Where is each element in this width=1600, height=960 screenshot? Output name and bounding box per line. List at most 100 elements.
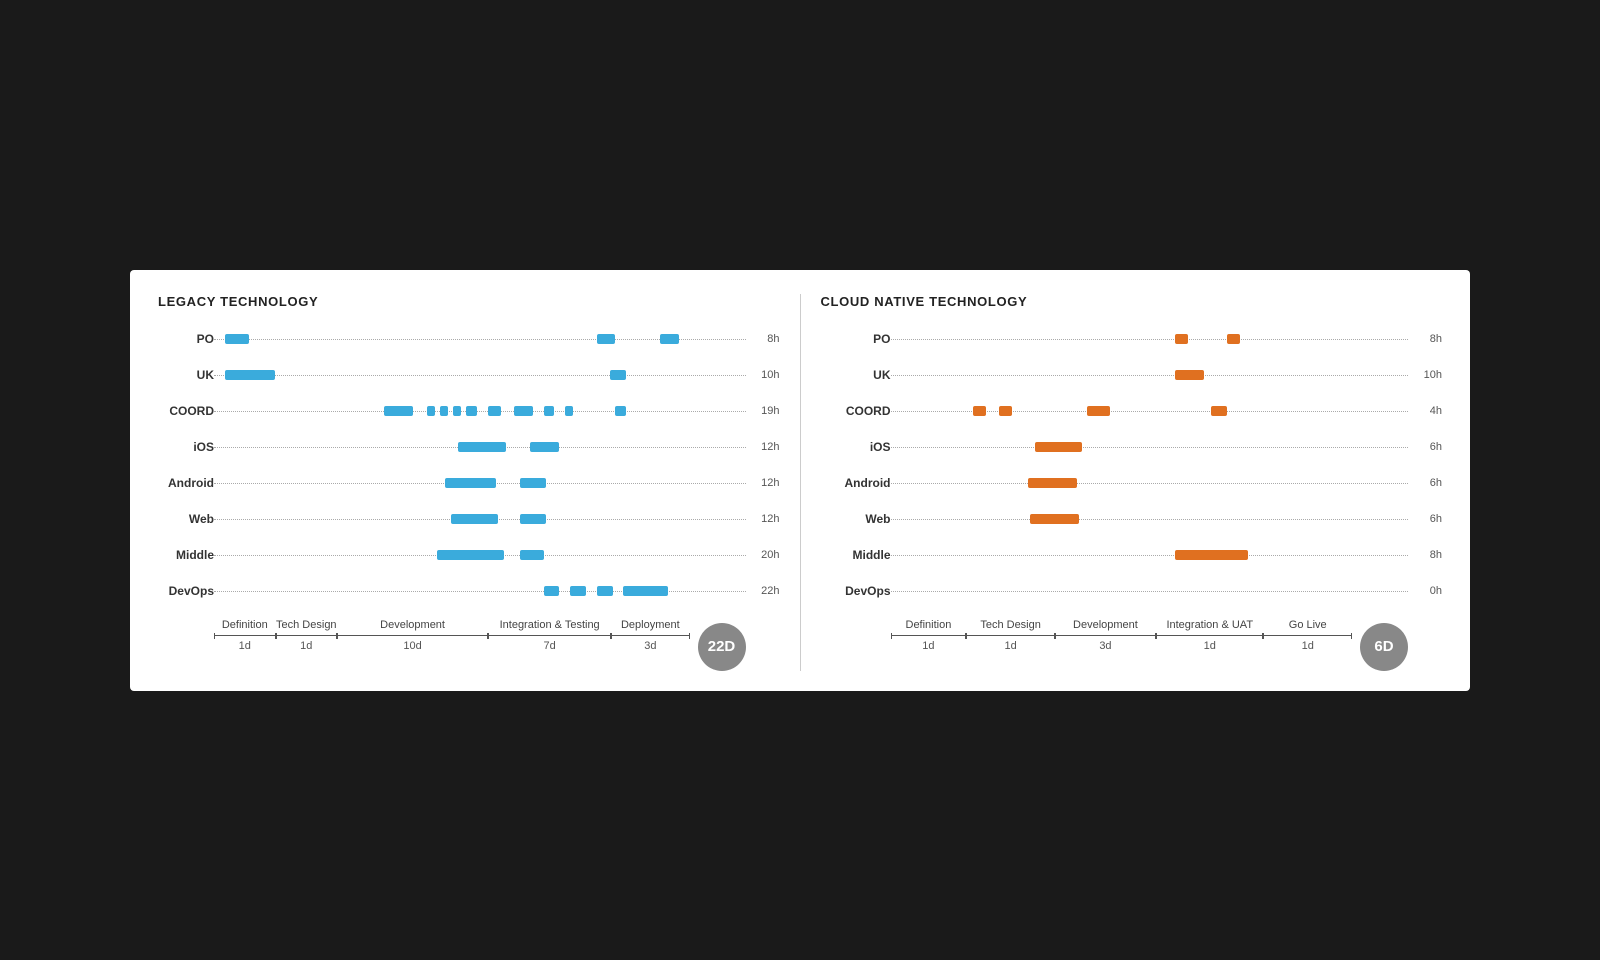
gantt-bar bbox=[225, 334, 249, 344]
row-label: Middle bbox=[821, 548, 891, 562]
row-label: Web bbox=[158, 512, 214, 526]
phase-label: Development bbox=[380, 619, 445, 631]
cloud-footer: Definition1dTech Design1dDevelopment3dIn… bbox=[821, 619, 1443, 671]
phase-days: 1d bbox=[300, 640, 312, 652]
phase-bracket bbox=[611, 633, 689, 639]
legacy-gantt: PO8hUK10hCOORD19hiOS12h Android 12h Web 12h M… bbox=[158, 321, 780, 609]
phase-bracket bbox=[337, 633, 488, 639]
gantt-bar bbox=[570, 586, 586, 596]
row-track bbox=[891, 537, 1409, 573]
gantt-bar bbox=[427, 406, 435, 416]
gantt-bar bbox=[1087, 406, 1110, 416]
row-label: UK bbox=[821, 368, 891, 382]
row-track bbox=[891, 573, 1409, 609]
row-hours: 12h bbox=[752, 513, 780, 525]
gantt-row: PO8h bbox=[158, 321, 780, 357]
row-hours: 10h bbox=[1414, 369, 1442, 381]
dotted-line bbox=[891, 519, 1409, 520]
row-label: Web bbox=[821, 512, 891, 526]
row-hours: 6h bbox=[1414, 477, 1442, 489]
two-panels: LEGACY TECHNOLOGY PO8hUK10hCOORD19hiOS12… bbox=[158, 294, 1442, 671]
legacy-footer: Definition1dTech Design1dDevelopment10dI… bbox=[158, 619, 780, 671]
dotted-line bbox=[891, 555, 1409, 556]
phase-label: Development bbox=[1073, 619, 1138, 631]
phase-label: Tech Design bbox=[276, 619, 337, 631]
phase-block: Integration & Testing7d bbox=[488, 619, 611, 652]
dotted-line bbox=[891, 591, 1409, 592]
row-track bbox=[891, 321, 1409, 357]
phases-container: Definition1dTech Design1dDevelopment3dIn… bbox=[891, 619, 1353, 652]
gantt-row: Android6h bbox=[821, 465, 1443, 501]
gantt-bar bbox=[530, 442, 559, 452]
phase-block: Integration & UAT1d bbox=[1156, 619, 1263, 652]
gantt-bar bbox=[610, 370, 626, 380]
phase-label: Definition bbox=[906, 619, 952, 631]
cloud-panel: CLOUD NATIVE TECHNOLOGY PO8hUK10hCOORD4h… bbox=[821, 294, 1443, 671]
dotted-line bbox=[214, 375, 746, 376]
gantt-row: DevOps22h bbox=[158, 573, 780, 609]
row-label: Middle bbox=[158, 548, 214, 562]
phase-days: 1d bbox=[1004, 640, 1016, 652]
gantt-bar bbox=[1028, 478, 1077, 488]
row-hours: 22h bbox=[752, 585, 780, 597]
gantt-row: UK10h bbox=[158, 357, 780, 393]
row-hours: 12h bbox=[752, 441, 780, 453]
gantt-row: COORD19h bbox=[158, 393, 780, 429]
row-label: Android bbox=[158, 476, 214, 490]
gantt-bar bbox=[458, 442, 506, 452]
gantt-row: Web 12h bbox=[158, 501, 780, 537]
gantt-row: iOS12h bbox=[158, 429, 780, 465]
cloud-gantt: PO8hUK10hCOORD4hiOS6hAndroid6hWeb6hMiddl… bbox=[821, 321, 1443, 609]
row-track bbox=[214, 321, 746, 357]
cloud-title: CLOUD NATIVE TECHNOLOGY bbox=[821, 294, 1443, 309]
row-track bbox=[214, 501, 746, 537]
gantt-bar bbox=[488, 406, 501, 416]
phase-days: 3d bbox=[1099, 640, 1111, 652]
gantt-bar bbox=[973, 406, 986, 416]
gantt-bar bbox=[597, 334, 616, 344]
row-track bbox=[214, 357, 746, 393]
row-label: COORD bbox=[821, 404, 891, 418]
phase-bracket bbox=[966, 633, 1055, 639]
gantt-bar bbox=[445, 478, 495, 488]
gantt-bar bbox=[1175, 334, 1188, 344]
row-track bbox=[214, 465, 746, 501]
phase-bracket bbox=[488, 633, 611, 639]
row-hours: 12h bbox=[752, 477, 780, 489]
gantt-row: iOS6h bbox=[821, 429, 1443, 465]
chart-container: LEGACY TECHNOLOGY PO8hUK10hCOORD19hiOS12… bbox=[130, 270, 1470, 691]
phase-block: Definition1d bbox=[214, 619, 276, 652]
gantt-bar bbox=[466, 406, 477, 416]
gantt-bar bbox=[615, 406, 626, 416]
legacy-panel: LEGACY TECHNOLOGY PO8hUK10hCOORD19hiOS12… bbox=[158, 294, 780, 671]
phase-label: Tech Design bbox=[980, 619, 1041, 631]
gantt-bar bbox=[1175, 370, 1203, 380]
dotted-line bbox=[214, 411, 746, 412]
row-label: UK bbox=[158, 368, 214, 382]
gantt-bar bbox=[623, 586, 668, 596]
gantt-bar bbox=[1175, 550, 1247, 560]
phase-block: Development 3d bbox=[1055, 619, 1156, 652]
gantt-bar bbox=[453, 406, 461, 416]
gantt-bar bbox=[544, 406, 555, 416]
phases-container: Definition1dTech Design1dDevelopment10dI… bbox=[214, 619, 690, 652]
dotted-line bbox=[891, 339, 1409, 340]
gantt-row: Web6h bbox=[821, 501, 1443, 537]
row-label: DevOps bbox=[821, 584, 891, 598]
row-track bbox=[891, 357, 1409, 393]
phase-label: Deployment bbox=[621, 619, 680, 631]
total-circle: 22D bbox=[698, 623, 746, 671]
row-hours: 8h bbox=[1414, 549, 1442, 561]
gantt-bar bbox=[437, 550, 503, 560]
gantt-bar bbox=[440, 406, 448, 416]
gantt-bar bbox=[520, 514, 547, 524]
gantt-bar bbox=[565, 406, 573, 416]
row-track bbox=[891, 501, 1409, 537]
phase-label: Go Live bbox=[1289, 619, 1327, 631]
gantt-bar bbox=[1030, 514, 1079, 524]
dotted-line bbox=[891, 411, 1409, 412]
legacy-title: LEGACY TECHNOLOGY bbox=[158, 294, 780, 309]
gantt-bar bbox=[514, 406, 533, 416]
phase-label: Definition bbox=[222, 619, 268, 631]
gantt-bar bbox=[451, 514, 499, 524]
